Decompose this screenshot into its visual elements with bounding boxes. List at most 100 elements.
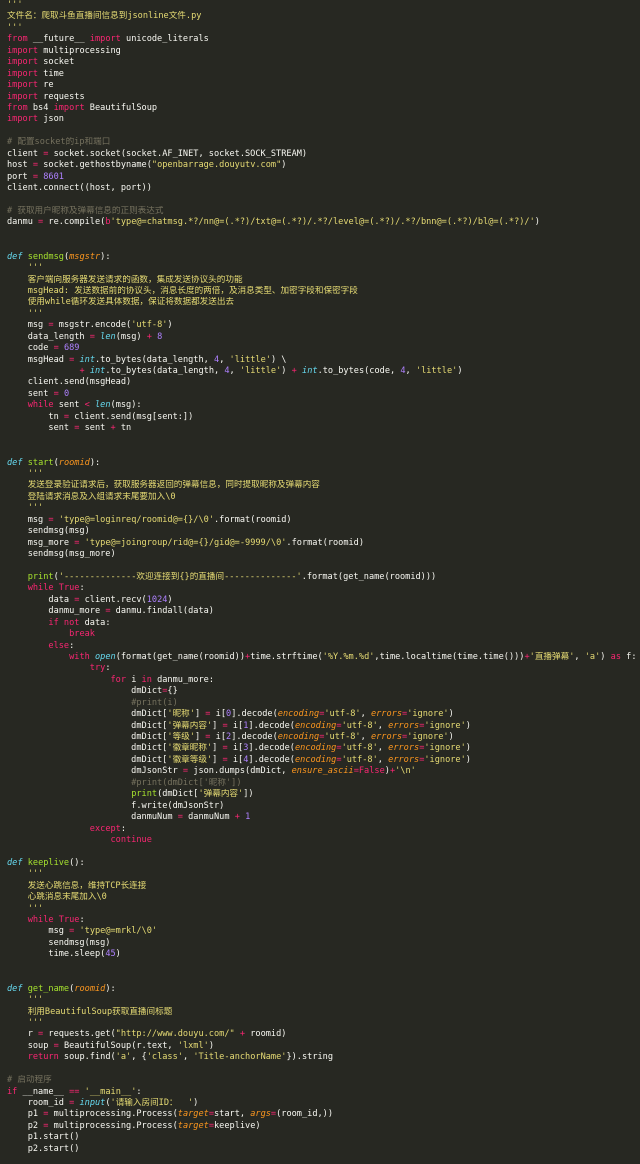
code-line[interactable]: ''' — [0, 263, 640, 274]
code-line[interactable]: sendmsg(msg_more) — [0, 549, 640, 560]
code-line[interactable] — [0, 240, 640, 251]
code-line[interactable]: sent = sent + tn — [0, 423, 640, 434]
code-line[interactable]: code = 689 — [0, 343, 640, 354]
code-line[interactable]: host = socket.gethostbyname("openbarrage… — [0, 160, 640, 171]
code-line[interactable]: dmJsonStr = json.dumps(dmDict, ensure_as… — [0, 766, 640, 777]
code-line[interactable]: dmDict['徽章昵称'] = i[3].decode(encoding='u… — [0, 743, 640, 754]
code-line[interactable]: with open(format(get_name(roomid))+time.… — [0, 652, 640, 663]
code-line[interactable]: p1 = multiprocessing.Process(target=star… — [0, 1109, 640, 1120]
code-line[interactable] — [0, 194, 640, 205]
code-line[interactable]: f.write(dmJsonStr) — [0, 801, 640, 812]
code-line[interactable]: def get_name(roomid): — [0, 984, 640, 995]
code-line[interactable]: def keeplive(): — [0, 858, 640, 869]
code-line[interactable]: room_id = input('请输入房间ID： ') — [0, 1098, 640, 1109]
code-line[interactable]: #print(i) — [0, 698, 640, 709]
code-line[interactable]: 发送登录验证请求后，获取服务器返回的弹幕信息，同时提取昵称及弹幕内容 — [0, 480, 640, 491]
code-line[interactable]: # 启动程序 — [0, 1075, 640, 1086]
code-line[interactable] — [0, 1064, 640, 1075]
code-line[interactable]: else: — [0, 641, 640, 652]
code-line[interactable]: sendmsg(msg) — [0, 526, 640, 537]
code-line[interactable]: import re — [0, 80, 640, 91]
code-line[interactable] — [0, 229, 640, 240]
code-line[interactable]: danmu = re.compile(b'type@=chatmsg.*?/nn… — [0, 217, 640, 228]
code-line[interactable]: tn = client.send(msg[sent:]) — [0, 412, 640, 423]
code-line[interactable]: from __future__ import unicode_literals — [0, 34, 640, 45]
code-line[interactable]: while sent < len(msg): — [0, 400, 640, 411]
code-line[interactable]: r = requests.get("http://www.douyu.com/"… — [0, 1029, 640, 1040]
code-line[interactable] — [0, 961, 640, 972]
code-line[interactable] — [0, 126, 640, 137]
code-line[interactable]: dmDict={} — [0, 686, 640, 697]
code-line[interactable]: ''' — [0, 469, 640, 480]
code-line[interactable]: ''' — [0, 0, 640, 11]
code-line[interactable]: #print(dmDict['昵称']) — [0, 778, 640, 789]
code-line[interactable]: except: — [0, 824, 640, 835]
code-line[interactable] — [0, 560, 640, 571]
code-line[interactable]: if not data: — [0, 618, 640, 629]
code-line[interactable]: msg = 'type@=mrkl/\0' — [0, 926, 640, 937]
code-line[interactable]: danmu_more = danmu.findall(data) — [0, 606, 640, 617]
code-line[interactable]: sent = 0 — [0, 389, 640, 400]
code-line[interactable]: 发送心跳信息，维持TCP长连接 — [0, 881, 640, 892]
code-line[interactable]: return soup.find('a', {'class', 'Title-a… — [0, 1052, 640, 1063]
code-line[interactable]: import time — [0, 69, 640, 80]
code-line[interactable]: # 获取用户昵称及弹幕信息的正则表达式 — [0, 206, 640, 217]
code-line[interactable]: + int.to_bytes(data_length, 4, 'little')… — [0, 366, 640, 377]
code-line[interactable]: while True: — [0, 583, 640, 594]
code-line[interactable]: 使用while循环发送具体数据，保证将数据都发送出去 — [0, 297, 640, 308]
code-line[interactable]: 心跳消息末尾加入\0 — [0, 892, 640, 903]
code-line[interactable] — [0, 972, 640, 983]
code-line[interactable]: msgHead = int.to_bytes(data_length, 4, '… — [0, 355, 640, 366]
code-line[interactable]: if __name__ == '__main__': — [0, 1087, 640, 1098]
code-line[interactable]: import socket — [0, 57, 640, 68]
code-line[interactable]: sendmsg(msg) — [0, 938, 640, 949]
code-line[interactable]: dmDict['弹幕内容'] = i[1].decode(encoding='u… — [0, 721, 640, 732]
code-line[interactable]: p2 = multiprocessing.Process(target=keep… — [0, 1121, 640, 1132]
code-line[interactable]: def sendmsg(msgstr): — [0, 252, 640, 263]
code-line[interactable]: try: — [0, 663, 640, 674]
code-line[interactable]: ''' — [0, 1018, 640, 1029]
code-line[interactable]: msg = 'type@=loginreq/roomid@={}/\0'.for… — [0, 515, 640, 526]
code-line[interactable]: def start(roomid): — [0, 458, 640, 469]
code-line[interactable]: while True: — [0, 915, 640, 926]
code-line[interactable]: data_length = len(msg) + 8 — [0, 332, 640, 343]
code-line[interactable]: 文件名：爬取斗鱼直播间信息到jsonline文件.py — [0, 11, 640, 22]
code-line[interactable]: 利用BeautifulSoup获取直播间标题 — [0, 1007, 640, 1018]
code-line[interactable]: ''' — [0, 503, 640, 514]
code-line[interactable]: msgHead: 发送数据前的协议头，消息长度的两倍，及消息类型、加密字段和保密… — [0, 286, 640, 297]
code-line[interactable]: import json — [0, 114, 640, 125]
code-line[interactable]: 登陆请求消息及入组请求末尾要加入\0 — [0, 492, 640, 503]
code-line[interactable] — [0, 446, 640, 457]
code-line[interactable]: ''' — [0, 23, 640, 34]
code-line[interactable] — [0, 846, 640, 857]
code-line[interactable]: time.sleep(45) — [0, 949, 640, 960]
code-line[interactable]: port = 8601 — [0, 172, 640, 183]
code-line[interactable]: # 配置socket的ip和端口 — [0, 137, 640, 148]
code-line[interactable]: import multiprocessing — [0, 46, 640, 57]
code-line[interactable]: from bs4 import BeautifulSoup — [0, 103, 640, 114]
code-line[interactable]: for i in danmu_more: — [0, 675, 640, 686]
code-line[interactable]: client.send(msgHead) — [0, 377, 640, 388]
code-line[interactable]: msg_more = 'type@=joingroup/rid@={}/gid@… — [0, 538, 640, 549]
code-line[interactable]: break — [0, 629, 640, 640]
code-line[interactable]: soup = BeautifulSoup(r.text, 'lxml') — [0, 1041, 640, 1052]
code-line[interactable]: p2.start() — [0, 1144, 640, 1155]
code-line[interactable]: ''' — [0, 995, 640, 1006]
code-line[interactable]: dmDict['徽章等级'] = i[4].decode(encoding='u… — [0, 755, 640, 766]
code-line[interactable]: dmDict['昵称'] = i[0].decode(encoding='utf… — [0, 709, 640, 720]
code-line[interactable]: dmDict['等级'] = i[2].decode(encoding='utf… — [0, 732, 640, 743]
code-line[interactable]: print(dmDict['弹幕内容']) — [0, 789, 640, 800]
code-line[interactable]: ''' — [0, 309, 640, 320]
code-line[interactable]: continue — [0, 835, 640, 846]
code-line[interactable]: 客户端向服务器发送请求的函数，集成发送协议头的功能 — [0, 275, 640, 286]
code-line[interactable]: data = client.recv(1024) — [0, 595, 640, 606]
code-line[interactable]: client.connect((host, port)) — [0, 183, 640, 194]
code-line[interactable]: import requests — [0, 92, 640, 103]
code-line[interactable]: print('--------------欢迎连接到{}的直播间--------… — [0, 572, 640, 583]
code-line[interactable]: p1.start() — [0, 1132, 640, 1143]
code-line[interactable]: msg = msgstr.encode('utf-8') — [0, 320, 640, 331]
code-line[interactable] — [0, 435, 640, 446]
code-editor[interactable]: ''' 文件名：爬取斗鱼直播间信息到jsonline文件.py ''' from __… — [0, 0, 640, 1164]
code-line[interactable]: client = socket.socket(socket.AF_INET, s… — [0, 149, 640, 160]
code-line[interactable]: danmuNum = danmuNum + 1 — [0, 812, 640, 823]
